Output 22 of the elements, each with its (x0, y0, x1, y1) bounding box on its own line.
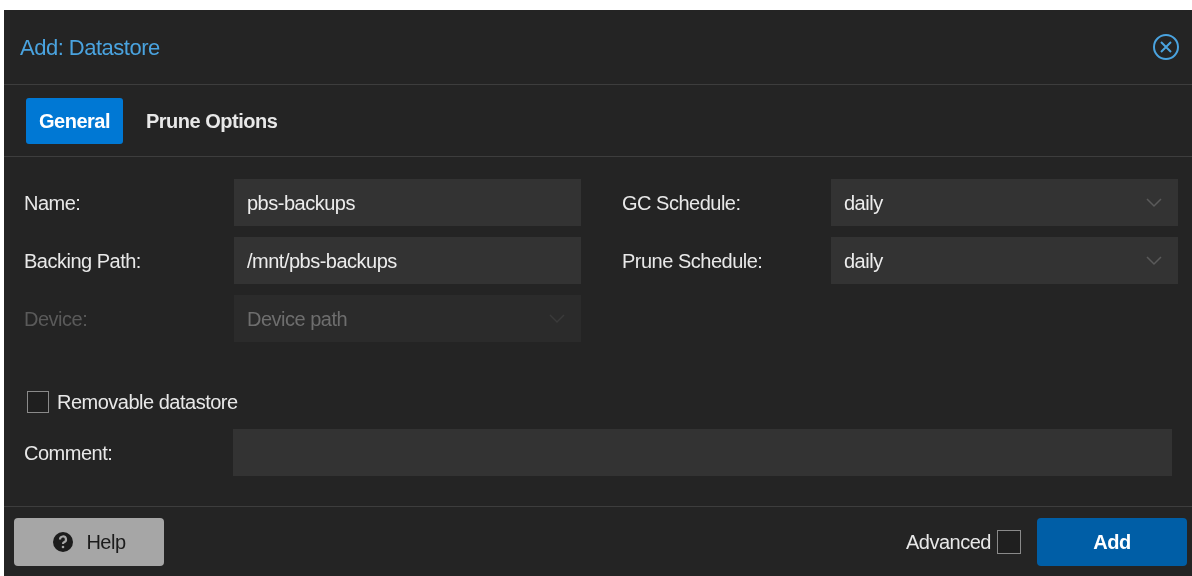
input-field[interactable]: pbs-backups (234, 179, 581, 226)
field-label: Backing Path: (24, 248, 142, 274)
help-icon (52, 530, 75, 553)
field-label: Prune Schedule: (622, 248, 764, 274)
field-label: Comment: (24, 440, 114, 466)
window-title: Add: Datastore (20, 33, 160, 62)
add-button[interactable]: Add (1037, 517, 1187, 566)
input-field[interactable]: /mnt/pbs-backups (234, 237, 581, 284)
close-icon[interactable] (1152, 33, 1180, 61)
dropdown-field[interactable]: daily (831, 237, 1178, 284)
checkbox[interactable] (997, 529, 1021, 554)
tab[interactable]: Prune Options (133, 97, 291, 144)
field-label: Name: (24, 190, 82, 216)
chevron-down-icon (1146, 255, 1162, 266)
checkbox[interactable] (27, 391, 49, 413)
checkbox-label: Removable datastore (57, 390, 238, 415)
checkbox-label: Advanced (906, 529, 991, 555)
dropdown-field[interactable]: daily (831, 179, 1178, 226)
tab[interactable]: General (26, 97, 123, 144)
field-label: GC Schedule: (622, 190, 742, 216)
help-button[interactable]: Help (14, 517, 164, 566)
chevron-down-icon (1146, 197, 1162, 208)
